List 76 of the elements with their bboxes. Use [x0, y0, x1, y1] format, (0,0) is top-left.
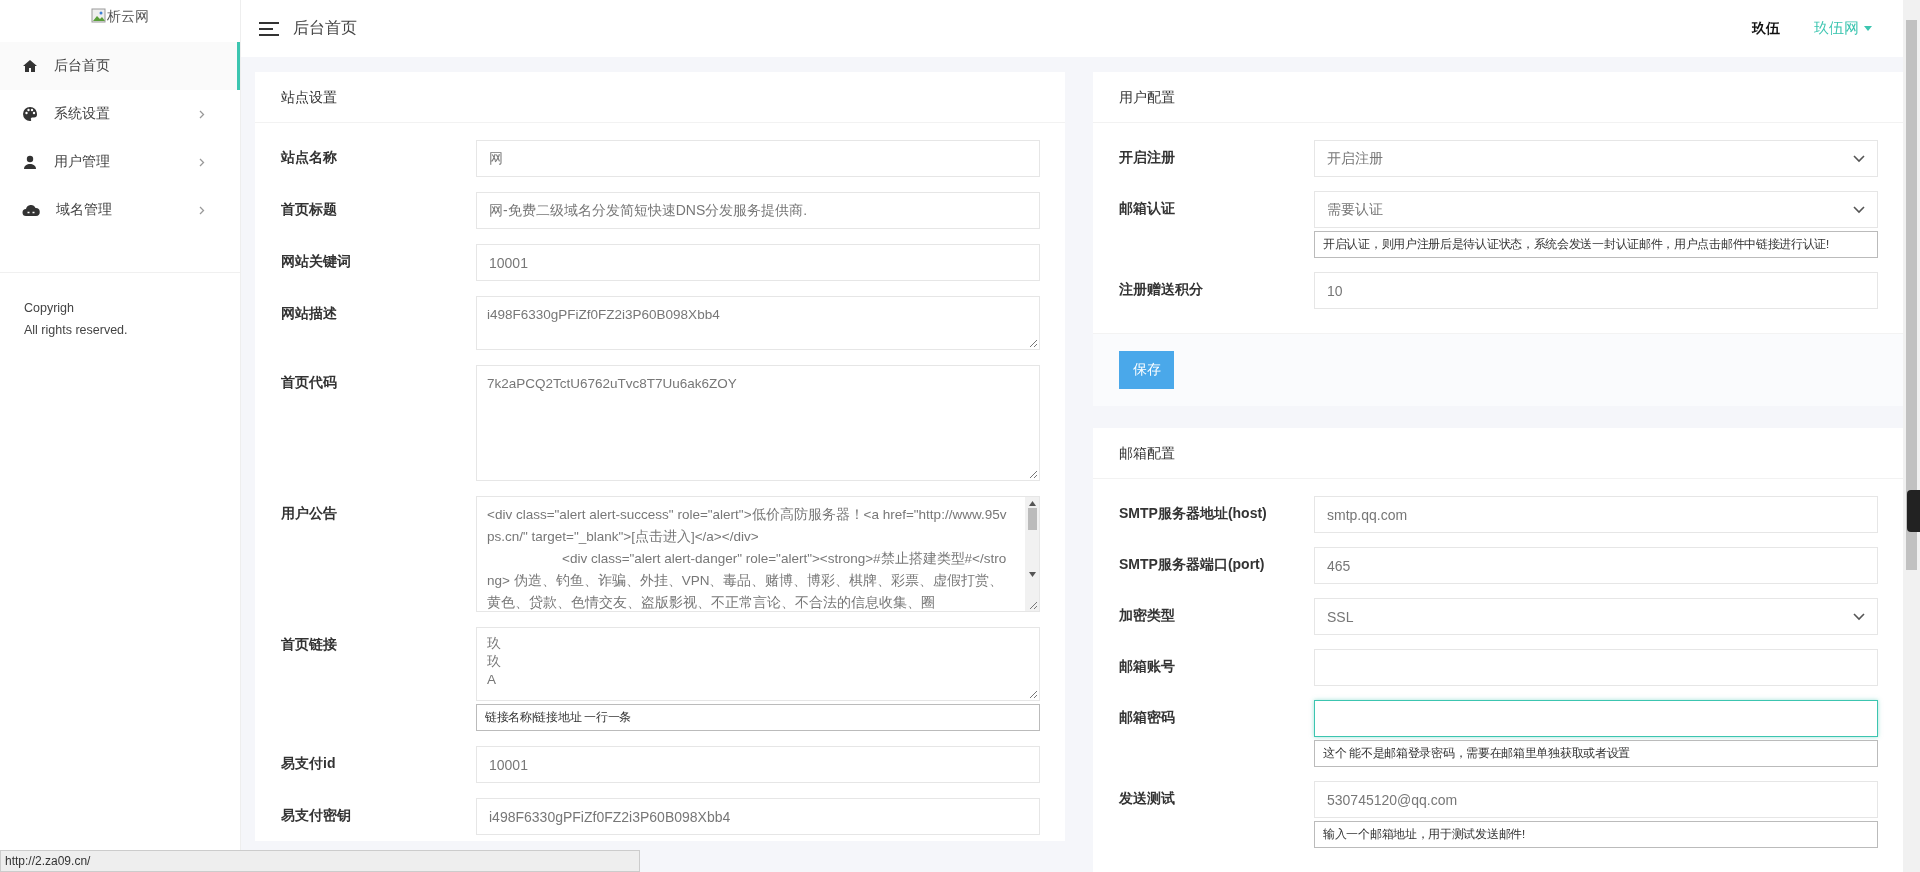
field-label: SMTP服务器地址(host) [1119, 504, 1268, 523]
card-title: 邮箱配置 [1093, 428, 1903, 479]
text-line: 玖 [487, 635, 501, 653]
copyright-text: Copyrigh [24, 301, 75, 315]
field-label: 开启注册 [1119, 148, 1176, 167]
input-field[interactable] [1314, 700, 1878, 737]
input-field[interactable]: 网 [476, 140, 1040, 177]
input-field[interactable]: 网-免费二级域名分发简短快速DNS分发服务提供商. [476, 192, 1040, 229]
caret-down-icon [1864, 26, 1872, 31]
scroll-up-icon[interactable] [1028, 501, 1036, 506]
help-text: 输入一个邮箱地址，用于测试发送邮件! [1314, 821, 1878, 848]
field-label: 网站关键词 [281, 252, 352, 271]
field-label: 首页代码 [281, 373, 338, 392]
help-text: 这个 能不是邮箱登录密码，需要在邮箱里单独获取或者设置 [1314, 740, 1878, 767]
field-label: 发送测试 [1119, 789, 1176, 808]
field-label: 注册赠送积分 [1119, 280, 1204, 299]
resize-handle-icon[interactable] [1029, 470, 1038, 479]
field-label: 首页标题 [281, 200, 338, 219]
text-area[interactable]: <div class="alert alert-success" role="alert">低价高防服务器！<a href="http://www.95vps.cn/" target="_blank">[点击进入]</a></div> <div class="alert alert-danger" role="alert"><strong>#禁止搭建类型#</strong> 伪造、钓鱼、诈骗、外挂、VPN、毒品、赌博、博彩、棋牌、彩票、虚假打赏、黄色、贷款、色情交友、盗版影视、不正常言论、不合法的信息收集、圈 [476, 496, 1040, 612]
home-icon [22, 58, 38, 74]
card-title: 用户配置 [1093, 72, 1903, 123]
select-field[interactable]: 开启注册 [1314, 140, 1878, 177]
person-icon [22, 154, 38, 170]
field-label: SMTP服务器端口(port) [1119, 555, 1266, 574]
page-title: 后台首页 [293, 18, 357, 38]
help-text: 开启认证，则用户注册后是待认证状态，系统会发送一封认证邮件，用户点击邮件中链接进行认证! [1314, 231, 1878, 258]
chevron-down-icon [1853, 612, 1865, 621]
scrollbar[interactable] [1025, 497, 1039, 611]
status-url: http://2.za09.cn/ [0, 850, 640, 872]
chevron-down-icon [1853, 205, 1865, 214]
input-field[interactable]: 10001 [476, 244, 1040, 281]
text-area[interactable]: 玖 玖 A [476, 627, 1040, 701]
cloud-icon [22, 203, 40, 217]
input-field[interactable]: i498F6330gPFiZf0FZ2i3P60B098Xbb4 [476, 798, 1040, 835]
menu-icon[interactable] [259, 21, 279, 36]
select-field[interactable]: SSL [1314, 598, 1878, 635]
user-name[interactable]: 玖伍 [1752, 19, 1780, 38]
chevron-down-icon [1853, 154, 1865, 163]
input-field[interactable]: 10 [1314, 272, 1878, 309]
scroll-thumb[interactable] [1027, 508, 1037, 530]
text-area[interactable]: 7k2aPCQ2TctU6762uTvc8T7Uu6ak6ZOY [476, 365, 1040, 481]
palette-icon [22, 106, 38, 122]
help-text: 链接名称|链接地址 一行一条 [476, 704, 1040, 731]
field-label: 邮箱认证 [1119, 199, 1176, 218]
input-field[interactable]: 10001 [476, 746, 1040, 783]
field-label: 用户公告 [281, 504, 338, 523]
field-label: 加密类型 [1119, 606, 1176, 625]
logo-image: 析云网 [91, 0, 149, 42]
nav-item[interactable]: 系统设置 [0, 90, 240, 138]
scroll-down-icon[interactable] [1028, 572, 1036, 577]
nav-item[interactable]: 域名管理 [0, 186, 240, 234]
select-field[interactable]: 需要认证 [1314, 191, 1878, 228]
resize-handle-icon[interactable] [1029, 690, 1038, 699]
scroll-thumb[interactable] [1906, 20, 1917, 570]
field-label: 邮箱账号 [1119, 657, 1176, 676]
resize-handle-icon[interactable] [1029, 601, 1038, 610]
nav-item[interactable]: 后台首页 [0, 42, 240, 90]
input-field[interactable]: 530745120@qq.com [1314, 781, 1878, 818]
field-label: 易支付id [281, 754, 337, 773]
field-label: 首页链接 [281, 635, 338, 654]
text-line: 玖 [487, 653, 501, 671]
input-field[interactable]: smtp.qq.com [1314, 496, 1878, 533]
text-area[interactable]: i498F6330gPFiZf0FZ2i3P60B098Xbb4 [476, 296, 1040, 350]
field-label: 站点名称 [281, 148, 338, 167]
field-label: 网站描述 [281, 304, 338, 323]
nav-item[interactable]: 用户管理 [0, 138, 240, 186]
resize-handle-icon[interactable] [1029, 339, 1038, 348]
broken-image-icon [91, 8, 107, 24]
field-label: 易支付密钥 [281, 806, 352, 825]
save-button[interactable]: 保存 [1119, 351, 1174, 389]
input-field[interactable]: 465 [1314, 547, 1878, 584]
card-title: 站点设置 [255, 72, 1065, 123]
copyright-text: All rights reserved. [24, 323, 128, 337]
text-line: A [487, 671, 496, 689]
field-label: 邮箱密码 [1119, 708, 1176, 727]
scrollbar[interactable] [1903, 0, 1920, 872]
